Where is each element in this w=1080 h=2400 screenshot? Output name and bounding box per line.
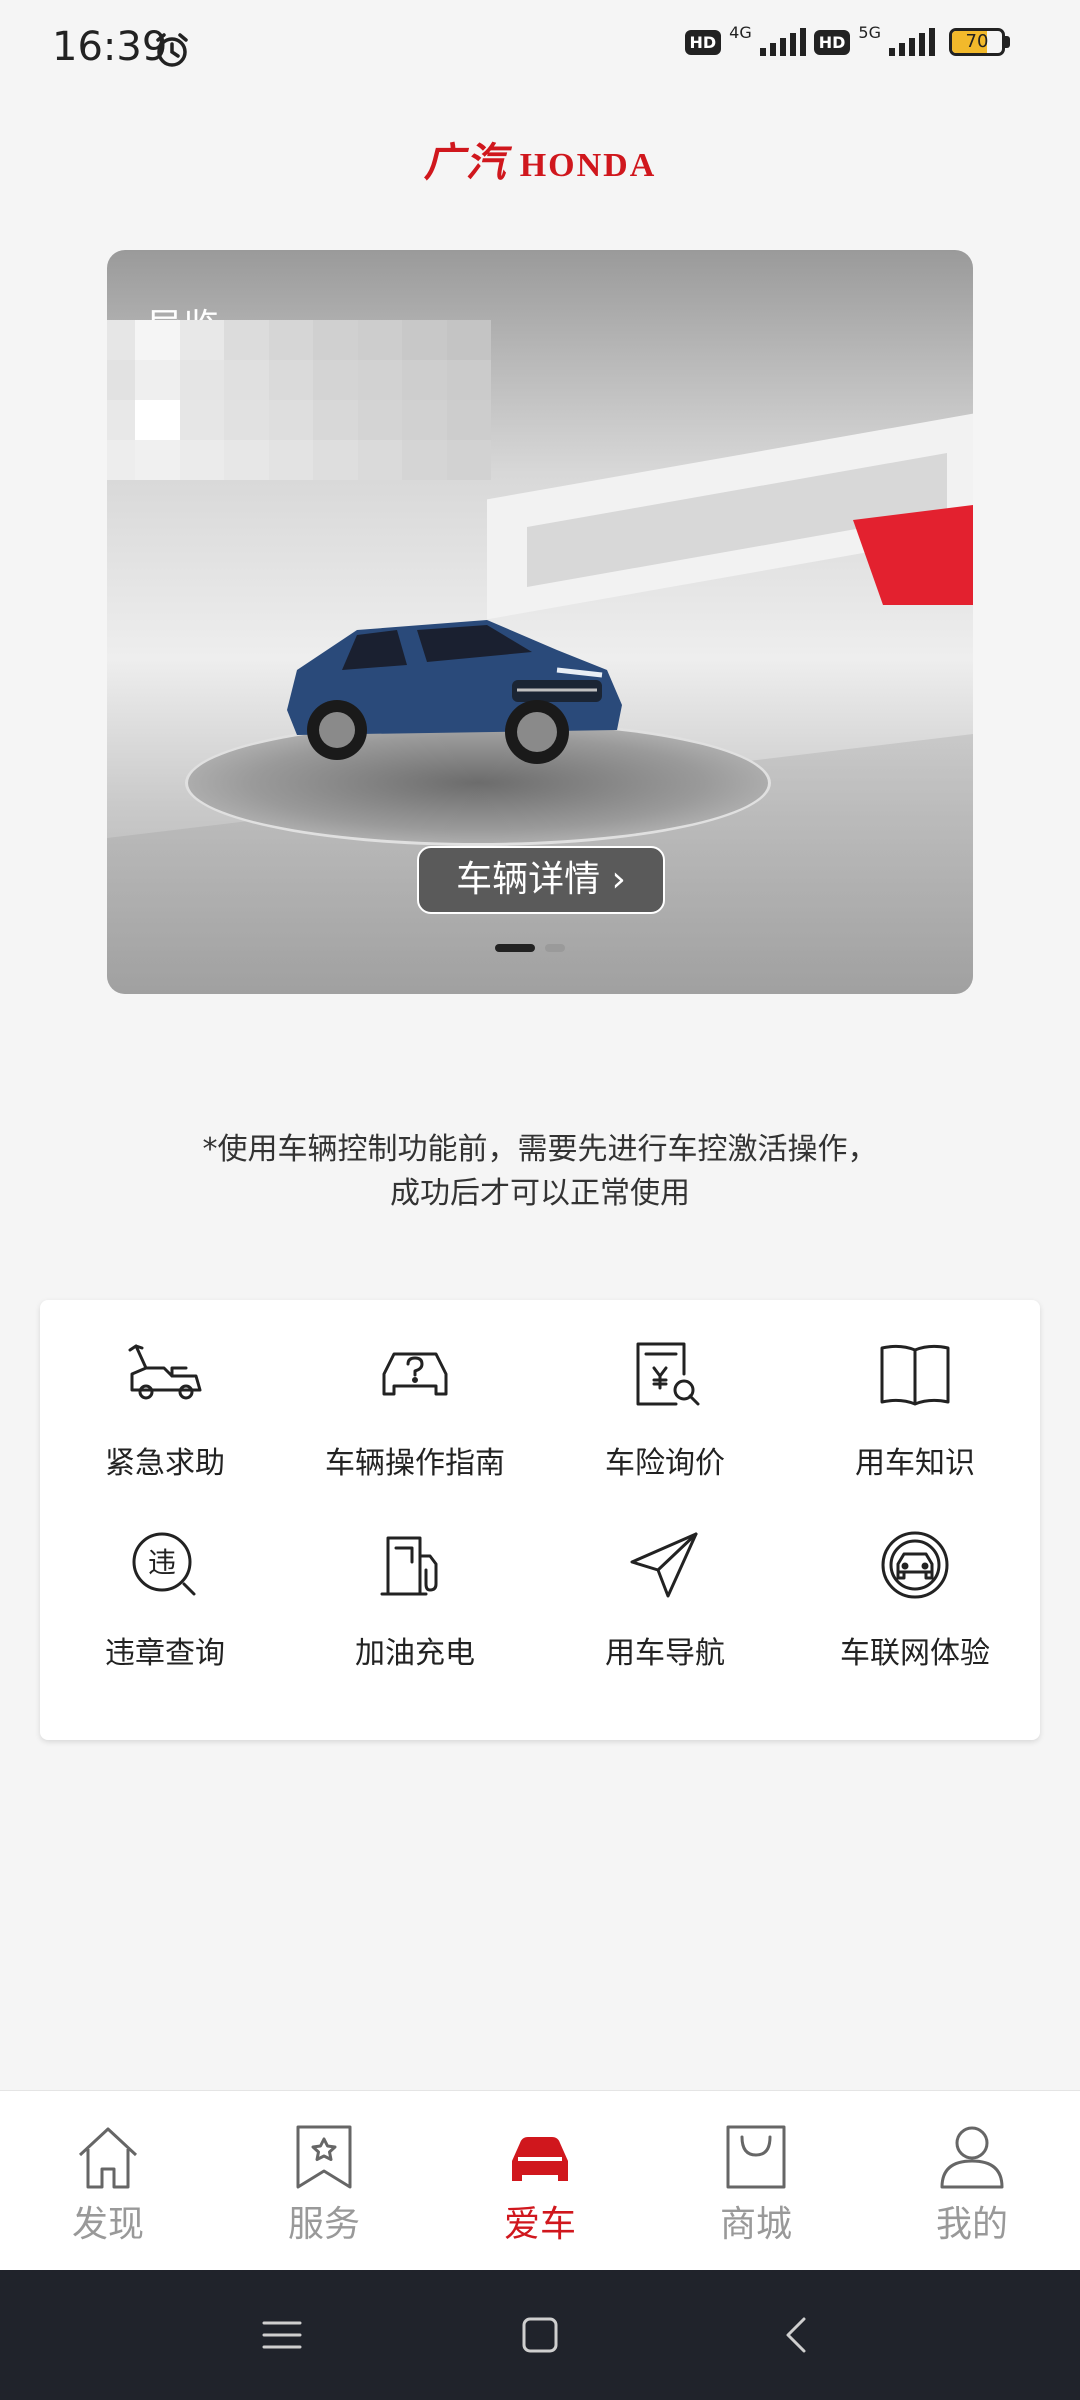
service-bookmark-icon	[296, 2125, 352, 2189]
car-icon	[512, 2137, 568, 2181]
banner-red-accent	[853, 505, 973, 605]
nav-label: 发现	[71, 2204, 144, 2245]
service-label: 车险询价	[605, 1446, 725, 1481]
status-indicators: HD 4G HD 5G 70	[684, 23, 1010, 56]
nav-label: 服务	[287, 2204, 360, 2245]
service-fuel-charge[interactable]: 加油充电	[290, 1520, 540, 1710]
signal-icon	[889, 28, 935, 56]
shopping-bag-icon	[726, 2125, 786, 2189]
service-label: 违章查询	[105, 1636, 225, 1671]
service-label: 用车导航	[605, 1636, 725, 1671]
nav-mall[interactable]: 商城	[648, 2091, 864, 2271]
service-emergency-rescue[interactable]: 紧急求助	[40, 1330, 290, 1520]
nav-service[interactable]: 服务	[216, 2091, 432, 2271]
home-square-icon[interactable]	[516, 2311, 564, 2359]
insurance-quote-icon	[636, 1342, 700, 1406]
nav-label: 我的	[935, 2204, 1008, 2245]
pixelated-area	[107, 320, 491, 480]
book-icon	[880, 1344, 950, 1406]
battery-icon: 70	[949, 28, 1010, 56]
brand-logo-chinese: 广汽	[423, 139, 508, 186]
status-bar: 16:39 HD 4G HD 5G 70	[0, 0, 1080, 100]
signal-icon	[759, 28, 806, 56]
nav-mine[interactable]: 我的	[864, 2091, 1080, 2271]
service-label: 紧急求助	[105, 1446, 225, 1481]
service-violation-query[interactable]: 违 违章查询	[40, 1520, 290, 1710]
notice-line-1: *使用车辆控制功能前，需要先进行车控激活操作，	[202, 1132, 878, 1167]
vehicle-banner[interactable]: 导览 › 车辆详情 ›	[107, 250, 973, 994]
back-icon[interactable]	[774, 2311, 822, 2359]
vehicle-details-button[interactable]: 车辆详情 ›	[417, 846, 665, 914]
service-insurance-quote[interactable]: 车险询价	[540, 1330, 790, 1520]
svg-text:违: 违	[148, 1546, 176, 1579]
brand-logo: 广汽 HONDA	[0, 130, 1080, 188]
home-icon	[78, 2127, 138, 2189]
network-type-1: 4G	[729, 22, 752, 42]
connected-car-icon	[881, 1531, 949, 1599]
service-car-knowledge[interactable]: 用车知识	[790, 1330, 1040, 1520]
nav-my-car[interactable]: 爱车	[432, 2091, 648, 2271]
hd-badge: HD	[684, 29, 722, 55]
service-label: 车辆操作指南	[325, 1446, 505, 1481]
activation-notice: *使用车辆控制功能前，需要先进行车控激活操作， 成功后才可以正常使用	[0, 1128, 1080, 1216]
service-label: 车联网体验	[840, 1636, 990, 1671]
nav-label: 商城	[719, 2204, 792, 2245]
violation-search-icon: 违	[132, 1532, 196, 1596]
nav-label: 爱车	[503, 2204, 576, 2245]
service-grid: 紧急求助 车辆操作指南 车险询价 用车知识 违 违章查询 加油充电 用车导航 车…	[40, 1300, 1040, 1740]
car-question-icon	[382, 1352, 448, 1396]
notice-line-2: 成功后才可以正常使用	[390, 1176, 690, 1211]
tow-truck-icon	[128, 1344, 202, 1400]
status-time: 16:39	[52, 24, 168, 70]
service-label: 用车知识	[855, 1446, 975, 1481]
navigation-icon	[630, 1532, 698, 1598]
carousel-dot	[545, 944, 565, 952]
bottom-navigation: 发现 服务 爱车 商城 我的	[0, 2090, 1080, 2271]
service-navigation[interactable]: 用车导航	[540, 1520, 790, 1710]
system-navigation-bar	[0, 2270, 1080, 2400]
hd-badge: HD	[813, 29, 851, 55]
fuel-pump-icon	[380, 1536, 438, 1596]
battery-level: 70	[965, 31, 989, 52]
user-icon	[940, 2126, 1004, 2189]
menu-icon[interactable]	[258, 2311, 306, 2359]
service-vehicle-guide[interactable]: 车辆操作指南	[290, 1330, 540, 1520]
service-connected-car[interactable]: 车联网体验	[790, 1520, 1040, 1710]
nav-discover[interactable]: 发现	[0, 2091, 216, 2271]
carousel-indicator	[495, 944, 565, 952]
brand-logo-english: HONDA	[519, 147, 657, 184]
car-image	[287, 620, 622, 764]
network-type-2: 5G	[858, 22, 881, 42]
service-label: 加油充电	[355, 1636, 475, 1671]
alarm-icon	[156, 33, 188, 67]
carousel-dot-active	[495, 944, 535, 952]
